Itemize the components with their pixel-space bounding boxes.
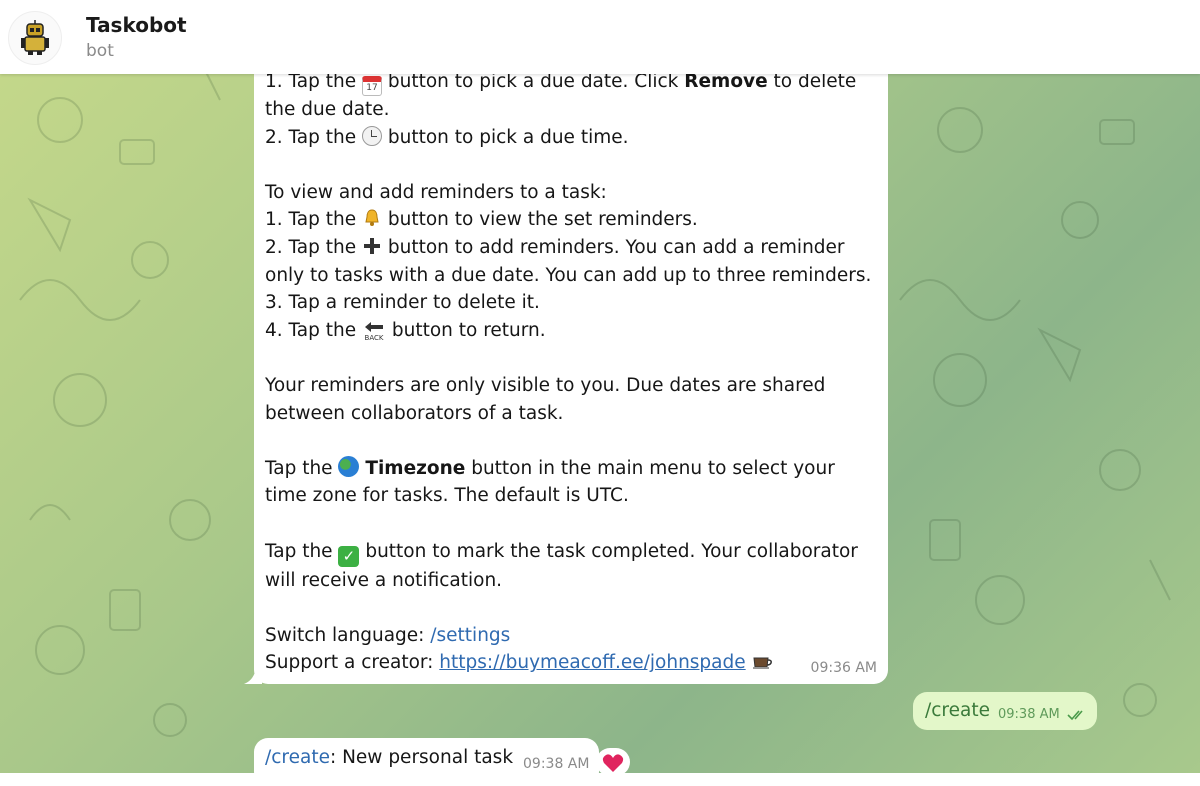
message-text: 1. Tap the 17 button to pick a due date.… <box>265 68 878 677</box>
text-fragment: 1. Tap the <box>265 71 362 92</box>
reminder-step-3: 3. Tap a reminder to delete it. <box>265 292 540 314</box>
create-command-link[interactable]: /create <box>265 747 330 768</box>
clock-icon <box>361 125 382 146</box>
outgoing-message-text: /create <box>925 700 990 721</box>
back-icon: BACK <box>365 321 384 342</box>
bold-text: Timezone <box>365 457 466 479</box>
text-fragment: 1. Tap the <box>265 209 362 231</box>
heart-icon <box>602 754 624 772</box>
coffee-icon <box>752 657 772 670</box>
plus-icon <box>363 237 380 254</box>
chat-header[interactable]: Taskobot bot <box>0 0 1200 74</box>
chat-title[interactable]: Taskobot <box>86 13 187 37</box>
text-fragment: 4. Tap the <box>265 319 362 341</box>
text-fragment: 2. Tap the <box>265 126 362 148</box>
text-fragment: 2. Tap the <box>265 236 362 258</box>
bold-text: Remove <box>684 71 768 92</box>
text-fragment: Switch language: <box>265 624 431 646</box>
text-fragment: : New personal task <box>329 747 514 768</box>
message-time: 09:36 AM <box>810 660 877 676</box>
support-link[interactable]: https://buymeacoff.ee/johnspade <box>439 652 745 673</box>
text-fragment: Tap the <box>265 540 339 562</box>
text-fragment: button to view the set reminders. <box>381 209 698 231</box>
bell-icon <box>365 209 379 227</box>
heart-reaction[interactable] <box>596 748 630 776</box>
text-fragment: button to return. <box>385 319 546 341</box>
robot-icon <box>21 20 49 55</box>
back-icon-label: BACK <box>365 334 384 342</box>
bubble-tail <box>244 668 262 684</box>
settings-command-link[interactable]: /settings <box>430 625 510 646</box>
message-text: /create: New personal task <box>265 747 513 768</box>
calendar-icon: 17 <box>361 76 382 96</box>
message-time: 09:38 AM <box>998 707 1060 722</box>
avatar[interactable] <box>8 11 62 65</box>
incoming-message-help[interactable]: 1. Tap the 17 button to pick a due date.… <box>244 40 888 684</box>
double-check-icon <box>1067 710 1083 721</box>
message-time: 09:38 AM <box>523 756 590 772</box>
chat-subtitle: bot <box>86 41 114 61</box>
visibility-note: Your reminders are only visible to you. … <box>265 374 826 424</box>
text-fragment: button to pick a due date. Click <box>381 71 685 92</box>
outgoing-message[interactable]: /create 09:38 AM <box>913 692 1097 730</box>
globe-icon <box>338 455 360 477</box>
reminders-intro: To view and add reminders to a task: <box>265 181 607 203</box>
text-fragment: Support a creator: <box>265 652 440 674</box>
text-fragment: button to pick a due time. <box>381 126 629 148</box>
check-mark-icon: ✓ <box>338 545 360 567</box>
text-fragment: Tap the <box>265 457 339 479</box>
incoming-message-create[interactable]: /create: New personal task 09:38 AM <box>254 738 599 786</box>
